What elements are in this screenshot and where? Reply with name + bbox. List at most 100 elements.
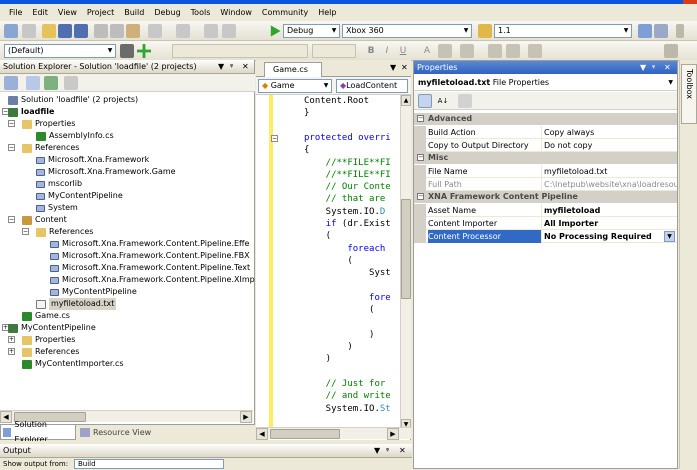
member-dropdown[interactable]: ◆LoadContent [336, 79, 408, 93]
tree-item[interactable]: System [36, 202, 78, 214]
new-project-icon[interactable] [4, 24, 18, 38]
redo-icon[interactable] [176, 24, 190, 38]
tree-item[interactable]: Microsoft.Xna.Framework.Content.Pipeline… [50, 250, 250, 262]
find-in-files-icon[interactable] [478, 24, 492, 38]
property-row[interactable]: Asset Name myfiletoload [414, 204, 677, 217]
style-combo[interactable]: (Default) ▼ [4, 44, 116, 58]
tree-item[interactable]: Properties [22, 118, 75, 130]
auto-hide-pin-icon[interactable]: ᵠ [230, 60, 233, 74]
menu-file[interactable]: File [4, 8, 27, 17]
tab-game-cs[interactable]: Game.cs [264, 62, 322, 77]
font-size-combo[interactable] [312, 44, 356, 58]
categorized-icon[interactable] [418, 94, 432, 108]
refresh-icon[interactable] [44, 76, 58, 90]
properties-window-icon[interactable] [654, 24, 668, 38]
properties-icon[interactable] [4, 76, 18, 90]
scroll-up-icon[interactable]: ▲ [401, 95, 411, 106]
property-value[interactable]: myfiletoload.txt [544, 165, 677, 178]
type-dropdown[interactable]: ◆ Game ▼ [258, 79, 332, 93]
expand-toggle-icon[interactable]: − [8, 144, 15, 151]
expand-toggle-icon[interactable]: − [8, 216, 15, 223]
navigate-forward-icon[interactable] [222, 24, 236, 38]
property-pages-icon[interactable] [458, 94, 472, 108]
tree-item[interactable]: MyContentPipeline [8, 322, 96, 334]
toolbox-tab[interactable]: Toolbox [681, 64, 697, 124]
property-value[interactable]: Copy always [544, 126, 677, 139]
tree-item[interactable]: Microsoft.Xna.Framework.Content.Pipeline… [50, 238, 249, 250]
tree-item[interactable]: mscorlib [36, 178, 82, 190]
tree-item[interactable]: Properties [22, 334, 75, 346]
menu-tools[interactable]: Tools [186, 8, 216, 17]
save-icon[interactable] [58, 24, 72, 38]
undo-icon[interactable] [148, 24, 162, 38]
chevron-down-icon[interactable]: ▼ [664, 231, 675, 242]
numbered-list-icon[interactable] [488, 44, 502, 58]
menu-build[interactable]: Build [119, 8, 149, 17]
start-debugging-icon[interactable] [270, 25, 281, 37]
solution-explorer-icon[interactable] [638, 24, 652, 38]
hyperlink-icon[interactable] [528, 44, 542, 58]
collapse-region-icon[interactable]: − [271, 135, 278, 142]
tree-item[interactable]: Game.cs [22, 310, 70, 322]
collapse-category-icon[interactable]: − [417, 115, 424, 122]
property-row[interactable]: Content Processor No Processing Required ▼ [414, 230, 677, 243]
show-all-files-icon[interactable] [26, 76, 40, 90]
tree-item[interactable]: Microsoft.Xna.Framework.Game [36, 166, 176, 178]
tree-item[interactable]: MyContentPipeline [50, 286, 137, 298]
expand-toggle-icon[interactable]: + [8, 348, 15, 355]
property-row[interactable]: Copy to Output Directory Do not copy [414, 139, 677, 152]
expand-toggle-icon[interactable]: + [8, 336, 15, 343]
tree-item[interactable]: AssemblyInfo.cs [36, 130, 114, 142]
add-icon[interactable] [137, 44, 151, 58]
menu-project[interactable]: Project [82, 8, 119, 17]
highlight-icon[interactable] [438, 44, 452, 58]
menu-window[interactable]: Window [215, 8, 257, 17]
menu-community[interactable]: Community [257, 8, 313, 17]
find-combo[interactable]: 1.1 ▼ [494, 24, 632, 38]
font-name-combo[interactable] [172, 44, 308, 58]
menu-edit[interactable]: Edit [27, 8, 53, 17]
save-all-icon[interactable] [74, 24, 88, 38]
tree-item[interactable]: Solution 'loadfile' (2 projects) [8, 94, 138, 106]
tab-solution-explorer[interactable]: Solution Explorer [0, 420, 76, 444]
auto-hide-pin-icon[interactable]: ᵠ [652, 61, 655, 74]
document-list-icon[interactable]: ▼ [390, 63, 396, 72]
property-category[interactable]: − Advanced [414, 113, 677, 125]
code-horizontal-scrollbar[interactable]: ◀ ▶ [256, 427, 411, 440]
collapse-category-icon[interactable]: − [417, 193, 424, 200]
close-icon[interactable]: ✕ [242, 60, 249, 74]
scrollbar-thumb[interactable] [401, 199, 411, 299]
style-builder-icon[interactable] [120, 44, 134, 58]
tree-item[interactable]: Microsoft.Xna.Framework.Content.Pipeline… [50, 262, 250, 274]
tree-item[interactable]: loadfile [8, 106, 54, 118]
close-icon[interactable]: ✕ [399, 444, 406, 458]
tree-item[interactable]: References [36, 226, 93, 238]
property-category[interactable]: − Misc [414, 152, 677, 164]
expand-toggle-icon[interactable]: − [22, 228, 29, 235]
tree-item[interactable]: MyContentPipeline [36, 190, 123, 202]
scroll-left-icon[interactable]: ◀ [0, 411, 12, 423]
scroll-left-icon[interactable]: ◀ [256, 428, 268, 440]
open-file-icon[interactable] [42, 24, 56, 38]
scroll-right-icon[interactable]: ▶ [240, 411, 252, 423]
scrollbar-thumb[interactable] [270, 429, 340, 439]
tab-resource-view[interactable]: Resource View [78, 425, 158, 440]
property-category[interactable]: − XNA Framework Content Pipeline [414, 191, 677, 203]
auto-hide-pin-icon[interactable]: ᵠ [386, 444, 389, 458]
property-row[interactable]: Full Path C:\Inetpub\website\xna\loadreso… [414, 178, 677, 191]
font-color-icon[interactable]: A [420, 44, 434, 58]
tree-item[interactable]: MyContentImporter.cs [22, 358, 124, 370]
close-icon[interactable]: ✕ [664, 61, 671, 74]
property-row[interactable]: Build Action Copy always [414, 126, 677, 139]
object-selector[interactable]: myfiletoload.txt File Properties ▼ [414, 74, 677, 91]
add-item-icon[interactable] [22, 24, 36, 38]
navigate-backward-icon[interactable] [204, 24, 218, 38]
view-code-icon[interactable] [64, 76, 78, 90]
property-value[interactable]: All Importer [544, 217, 677, 230]
alphabetical-icon[interactable]: A↓ [436, 94, 450, 108]
code-area[interactable]: − Content.Root} protected overri{ //**FIL… [256, 95, 401, 431]
menu-help[interactable]: Help [313, 8, 341, 17]
bold-icon[interactable]: B [364, 44, 378, 58]
underline-icon[interactable]: U [396, 44, 410, 58]
paste-icon[interactable] [126, 24, 140, 38]
